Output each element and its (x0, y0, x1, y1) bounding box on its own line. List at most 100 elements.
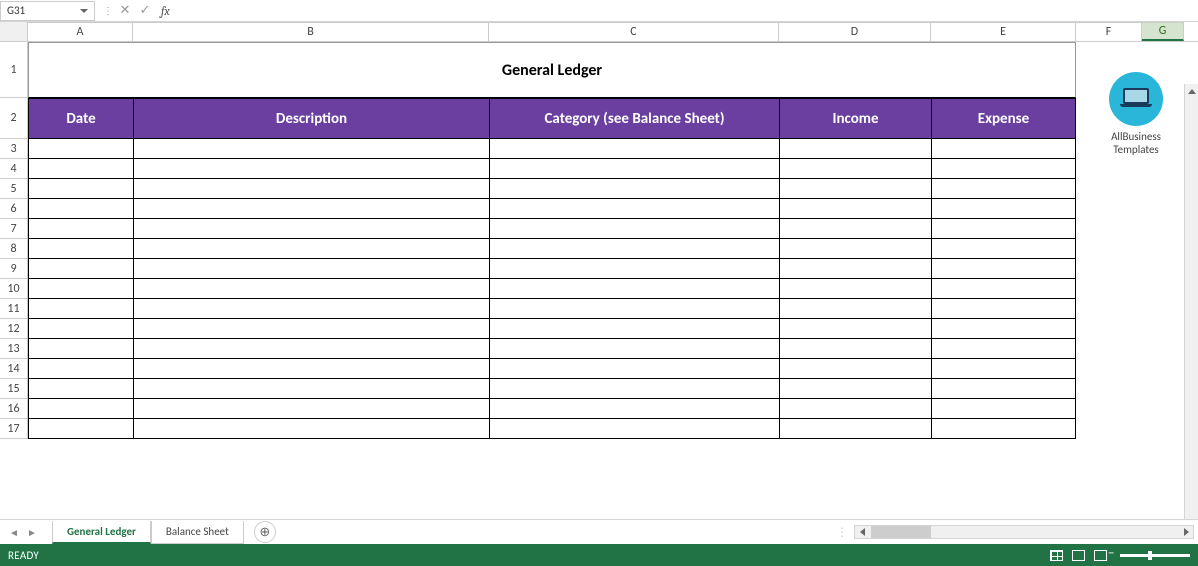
sheet-tab-general-ledger[interactable]: General Ledger (52, 521, 151, 544)
formula-input[interactable] (176, 1, 1198, 21)
cells[interactable]: General Ledger Date Description Category… (28, 42, 1198, 519)
tab-next-icon[interactable]: ► (26, 526, 38, 538)
cell[interactable] (779, 179, 931, 199)
cell[interactable] (931, 239, 1076, 259)
cell[interactable] (28, 319, 133, 339)
cell[interactable] (28, 179, 133, 199)
normal-view-icon[interactable] (1046, 547, 1066, 563)
row-header[interactable]: 3 (0, 139, 28, 159)
col-header-f[interactable]: F (1076, 22, 1142, 41)
cell[interactable] (133, 319, 489, 339)
header-expense[interactable]: Expense (931, 98, 1076, 139)
cell[interactable] (28, 379, 133, 399)
cell[interactable] (779, 159, 931, 179)
scroll-left-icon[interactable] (855, 528, 869, 536)
cell[interactable] (489, 279, 779, 299)
tab-prev-icon[interactable]: ◄ (8, 526, 20, 538)
cell[interactable] (931, 359, 1076, 379)
enter-icon[interactable]: ✓ (135, 1, 155, 21)
cell[interactable] (779, 239, 931, 259)
row-header[interactable]: 12 (0, 319, 28, 339)
cell[interactable] (489, 339, 779, 359)
cell[interactable] (133, 219, 489, 239)
row-header[interactable]: 8 (0, 239, 28, 259)
cell[interactable] (28, 359, 133, 379)
cell[interactable] (28, 339, 133, 359)
zoom-slider[interactable] (1120, 554, 1190, 557)
cell[interactable] (489, 199, 779, 219)
header-description[interactable]: Description (133, 98, 489, 139)
cell[interactable] (931, 379, 1076, 399)
cell[interactable] (28, 279, 133, 299)
col-header-c[interactable]: C (489, 22, 779, 41)
cell[interactable] (779, 299, 931, 319)
row-header[interactable]: 17 (0, 419, 28, 439)
row-header[interactable]: 7 (0, 219, 28, 239)
cell[interactable] (133, 419, 489, 439)
cell[interactable] (489, 419, 779, 439)
add-sheet-button[interactable]: ⊕ (254, 521, 276, 543)
fx-icon[interactable]: fx (155, 4, 176, 18)
select-all-corner[interactable] (0, 22, 28, 41)
cell[interactable] (28, 219, 133, 239)
row-header[interactable]: 5 (0, 179, 28, 199)
scroll-right-icon[interactable] (1179, 528, 1193, 536)
cell[interactable] (779, 279, 931, 299)
cell[interactable] (931, 179, 1076, 199)
cell[interactable] (489, 179, 779, 199)
cell[interactable] (133, 159, 489, 179)
row-header[interactable]: 1 (0, 42, 28, 98)
row-header[interactable]: 13 (0, 339, 28, 359)
cell[interactable] (779, 339, 931, 359)
cell[interactable] (489, 219, 779, 239)
cell[interactable] (931, 339, 1076, 359)
cell[interactable] (779, 379, 931, 399)
cell[interactable] (931, 199, 1076, 219)
header-category[interactable]: Category (see Balance Sheet) (489, 98, 779, 139)
cell[interactable] (931, 139, 1076, 159)
scroll-up-icon[interactable] (1185, 84, 1198, 98)
col-header-e[interactable]: E (931, 22, 1076, 41)
cell[interactable] (28, 199, 133, 219)
header-date[interactable]: Date (28, 98, 133, 139)
cell[interactable] (931, 159, 1076, 179)
cell[interactable] (133, 139, 489, 159)
cell[interactable] (489, 239, 779, 259)
cell[interactable] (779, 199, 931, 219)
cell[interactable] (779, 319, 931, 339)
cell[interactable] (489, 359, 779, 379)
cell[interactable] (28, 399, 133, 419)
scroll-thumb[interactable] (871, 526, 931, 538)
vertical-scrollbar[interactable] (1184, 84, 1198, 519)
sheet-title[interactable]: General Ledger (28, 42, 1076, 98)
cell[interactable] (489, 379, 779, 399)
cell[interactable] (931, 259, 1076, 279)
cell[interactable] (779, 399, 931, 419)
cell[interactable] (133, 239, 489, 259)
cell[interactable] (28, 259, 133, 279)
cell[interactable] (489, 159, 779, 179)
cell[interactable] (28, 239, 133, 259)
cell[interactable] (28, 159, 133, 179)
cancel-icon[interactable]: ✕ (115, 1, 135, 21)
col-header-g[interactable]: G (1142, 22, 1184, 41)
cell[interactable] (489, 259, 779, 279)
header-income[interactable]: Income (779, 98, 931, 139)
col-header-a[interactable]: A (28, 22, 133, 41)
row-header[interactable]: 11 (0, 299, 28, 319)
cell[interactable] (779, 219, 931, 239)
cell[interactable] (133, 279, 489, 299)
row-header[interactable]: 10 (0, 279, 28, 299)
cell[interactable] (931, 399, 1076, 419)
row-header[interactable]: 9 (0, 259, 28, 279)
cell[interactable] (931, 219, 1076, 239)
row-header[interactable]: 2 (0, 98, 28, 139)
page-layout-view-icon[interactable] (1068, 547, 1088, 563)
cell[interactable] (133, 199, 489, 219)
cell[interactable] (931, 319, 1076, 339)
cell[interactable] (133, 259, 489, 279)
cell[interactable] (489, 319, 779, 339)
name-box[interactable]: G31 (0, 1, 95, 21)
cell[interactable] (931, 279, 1076, 299)
cell[interactable] (779, 259, 931, 279)
